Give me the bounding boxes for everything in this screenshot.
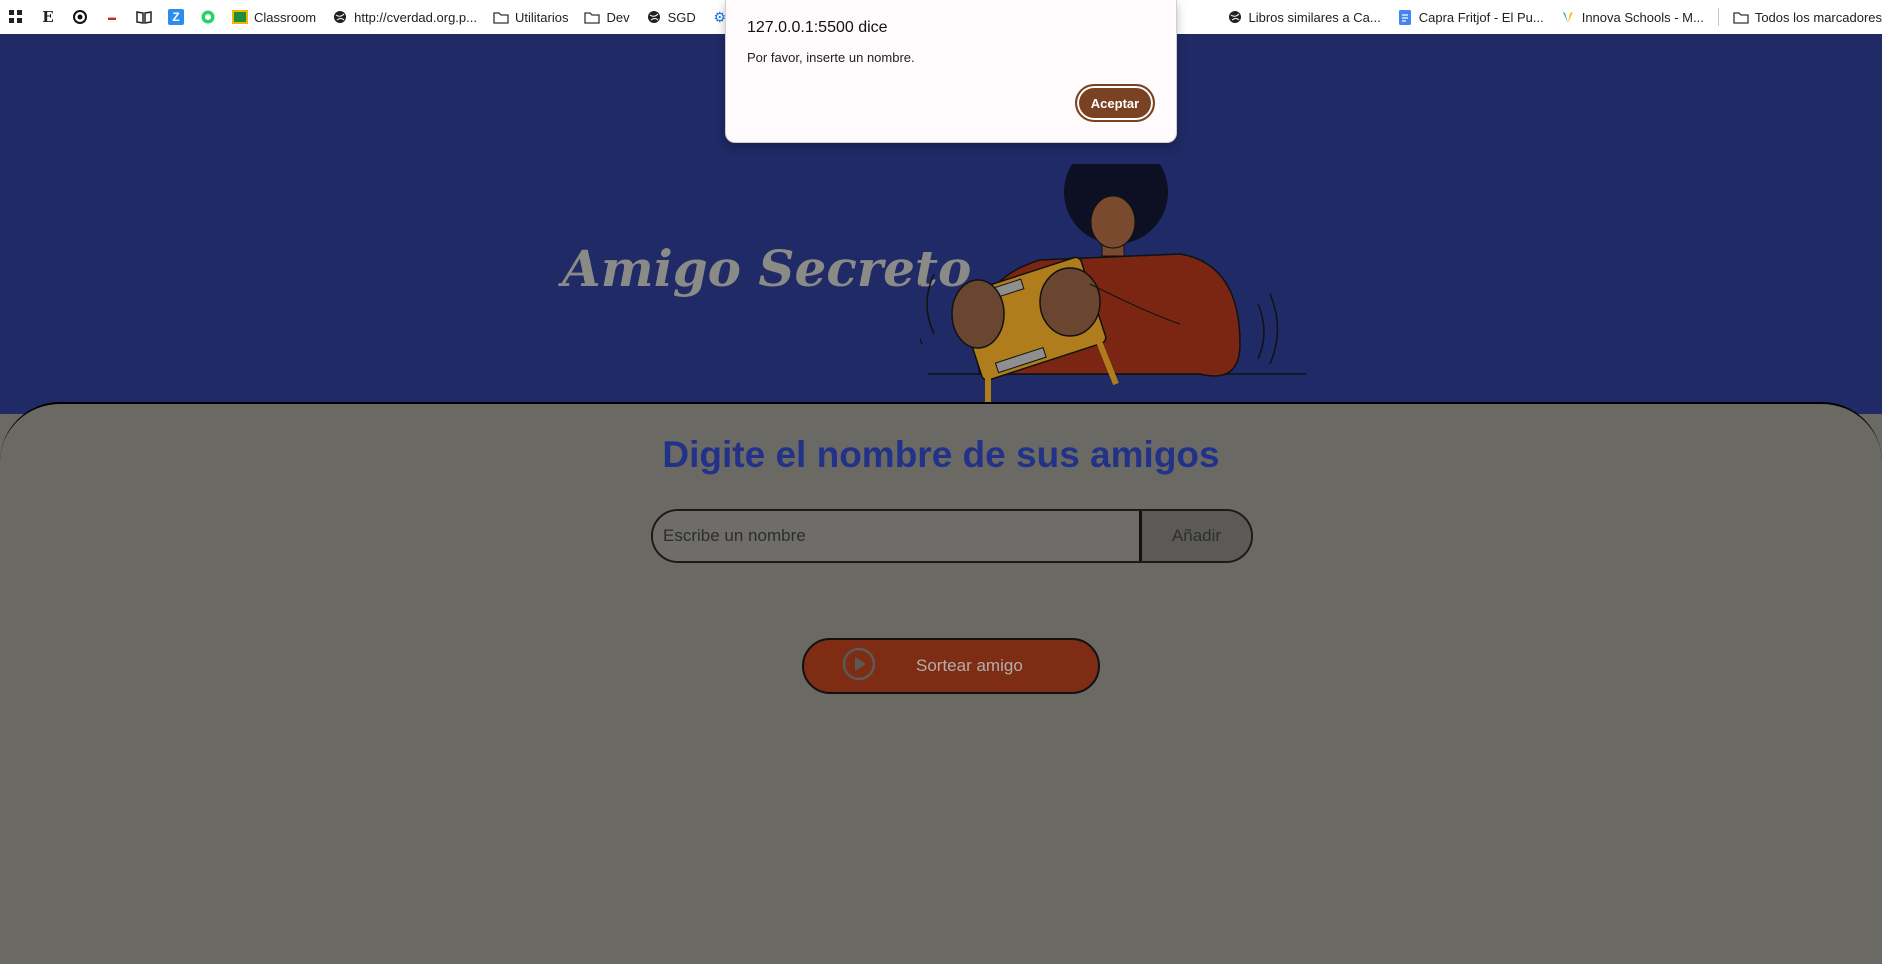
bookmark-circle[interactable] bbox=[64, 0, 96, 34]
leaf-icon bbox=[1560, 9, 1576, 25]
bookmark-libros[interactable]: Libros similares a Ca... bbox=[1219, 0, 1389, 34]
dialog-title: 127.0.0.1:5500 dice bbox=[747, 19, 888, 36]
globe-icon bbox=[1227, 9, 1243, 25]
page-title: Amigo Secreto bbox=[562, 239, 972, 298]
folder-icon bbox=[584, 9, 601, 25]
bookmark-whatsapp[interactable] bbox=[192, 0, 224, 34]
friend-illustration bbox=[920, 164, 1306, 410]
apps-grid-icon bbox=[8, 9, 24, 25]
draw-button-label: Sortear amigo bbox=[916, 656, 1023, 675]
add-button[interactable]: Añadir bbox=[1139, 511, 1251, 561]
bookmark-label: Dev bbox=[606, 9, 630, 25]
bookmark-e[interactable]: E bbox=[32, 0, 64, 34]
bookmark-red-logo[interactable]: ▬ bbox=[96, 0, 128, 34]
circle-dot-icon bbox=[72, 9, 88, 25]
bookmark-label: SGD bbox=[667, 9, 696, 25]
whatsapp-icon bbox=[200, 9, 216, 25]
bookmark-label: Todos los marcadores bbox=[1754, 9, 1882, 25]
folder-icon bbox=[1733, 9, 1749, 25]
bookmark-classroom[interactable]: Classroom bbox=[224, 0, 324, 34]
bookmark-dev[interactable]: Dev bbox=[576, 0, 637, 34]
bookmark-label: Innova Schools - M... bbox=[1581, 9, 1704, 25]
bookmark-sgd[interactable]: SGD bbox=[638, 0, 704, 34]
bookmark-innova[interactable]: Innova Schools - M... bbox=[1552, 0, 1712, 34]
globe-icon bbox=[332, 9, 348, 25]
globe-icon bbox=[646, 9, 662, 25]
book-icon bbox=[136, 9, 152, 25]
z-icon: Z bbox=[168, 9, 184, 25]
draw-friend-button[interactable]: Sortear amigo bbox=[802, 638, 1100, 694]
bookmark-cverdad[interactable]: http://cverdad.org.p... bbox=[324, 0, 485, 34]
bookmark-utilitarios[interactable]: Utilitarios bbox=[485, 0, 576, 34]
dialog-message: Por favor, inserte un nombre. bbox=[747, 50, 915, 65]
bookmark-capra[interactable]: Capra Fritjof - El Pu... bbox=[1389, 0, 1552, 34]
separator bbox=[1717, 8, 1719, 26]
bookmark-z[interactable]: Z bbox=[160, 0, 192, 34]
name-input[interactable] bbox=[653, 511, 1139, 561]
section-heading: Digite el nombre de sus amigos bbox=[662, 434, 1220, 475]
bookmark-label: Utilitarios bbox=[514, 9, 569, 25]
bookmark-label: Libros similares a Ca... bbox=[1248, 9, 1381, 25]
accept-button[interactable]: Aceptar bbox=[1075, 84, 1155, 122]
classroom-icon bbox=[232, 9, 248, 25]
play-icon bbox=[842, 647, 876, 686]
name-input-group: Añadir bbox=[651, 509, 1253, 563]
doc-icon bbox=[1397, 9, 1413, 25]
alert-dialog: 127.0.0.1:5500 dice Por favor, inserte u… bbox=[725, 0, 1177, 143]
all-bookmarks[interactable]: Todos los marcadores bbox=[1725, 0, 1882, 34]
bookmark-book[interactable] bbox=[128, 0, 160, 34]
main-panel: Digite el nombre de sus amigos Añadir So… bbox=[0, 402, 1882, 964]
bookmark-label: http://cverdad.org.p... bbox=[354, 9, 477, 25]
bookmark-apps[interactable] bbox=[0, 0, 32, 34]
bookmark-label: Capra Fritjof - El Pu... bbox=[1418, 9, 1544, 25]
e-icon: E bbox=[42, 8, 54, 26]
folder-icon bbox=[493, 9, 509, 25]
bookmark-label: Classroom bbox=[254, 9, 317, 25]
red-logo-icon: ▬ bbox=[108, 12, 116, 22]
